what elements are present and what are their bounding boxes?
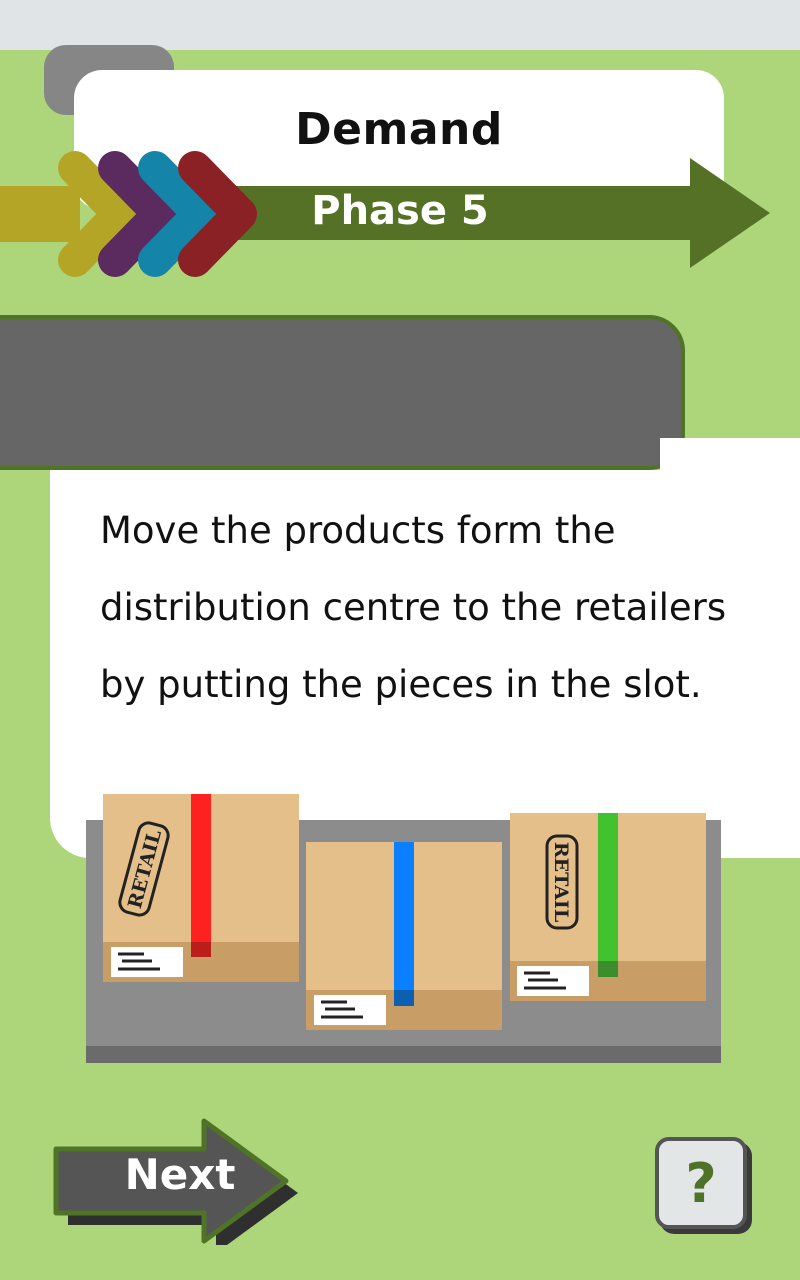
retail-box-2[interactable] [306, 842, 502, 1030]
retail-box-1[interactable]: RETAIL [103, 794, 299, 982]
retail-box-3[interactable]: RETAIL [510, 813, 706, 1001]
instruction-text: Move the products form the distribution … [100, 509, 727, 706]
next-button[interactable] [48, 1115, 298, 1245]
tape-1 [191, 794, 211, 957]
tape-3 [598, 813, 618, 977]
status-bar [0, 0, 800, 50]
retail-stamp-3: RETAIL [550, 842, 572, 922]
help-button[interactable]: ? [655, 1137, 747, 1229]
tape-2 [394, 842, 414, 1006]
conveyor-illustration: RETAIL RETAIL [86, 794, 721, 1063]
conveyor-edge [86, 1046, 721, 1063]
phase-label: Phase 5 [311, 188, 489, 234]
message-banner [0, 315, 685, 470]
yellow-arrow-shaft [0, 186, 80, 242]
page-title: Demand [295, 104, 503, 155]
